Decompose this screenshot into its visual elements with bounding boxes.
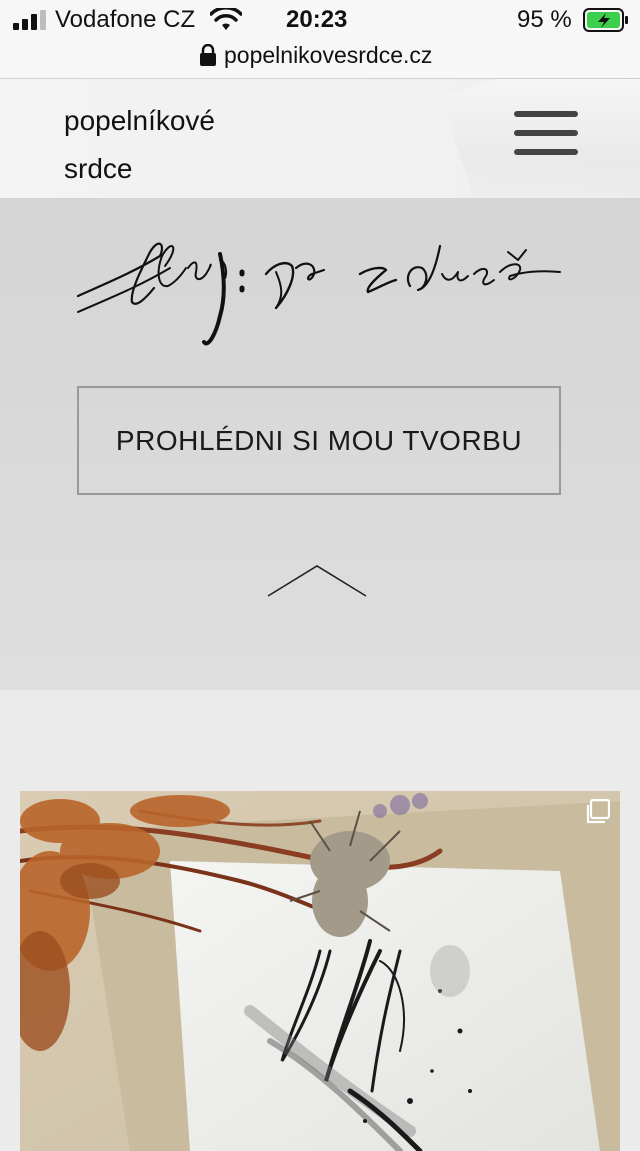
handwritten-tagline-logo <box>76 242 561 346</box>
hero-section: PROHLÉDNI SI MOU TVORBU <box>0 198 640 690</box>
chevron-up-icon[interactable] <box>266 564 368 600</box>
clock: 20:23 <box>286 6 348 33</box>
site-title-line2: srdce <box>64 153 133 184</box>
gallery-image[interactable] <box>20 791 620 1151</box>
lock-icon <box>200 44 216 66</box>
site-title-line1: popelníkové <box>64 105 216 136</box>
browser-url-bar[interactable]: popelnikovesrdce.cz <box>0 40 640 79</box>
artwork-photo <box>20 791 620 1151</box>
site-header: popelníkové srdce <box>0 79 640 198</box>
carrier-name: Vodafone CZ <box>55 6 196 33</box>
gallery-section <box>0 690 640 1151</box>
menu-button[interactable] <box>512 109 580 161</box>
multiple-images-icon <box>586 799 610 824</box>
site-logo[interactable]: popelníkové srdce <box>64 97 215 193</box>
wifi-icon <box>210 8 242 30</box>
signal-icon <box>13 10 46 30</box>
url-text: popelnikovesrdce.cz <box>224 42 433 68</box>
status-bar: Vodafone CZ 20:23 95 % <box>0 0 640 40</box>
view-my-work-button[interactable]: PROHLÉDNI SI MOU TVORBU <box>77 386 561 495</box>
battery-charging-icon <box>583 8 628 32</box>
battery-percentage: 95 % <box>517 6 572 33</box>
